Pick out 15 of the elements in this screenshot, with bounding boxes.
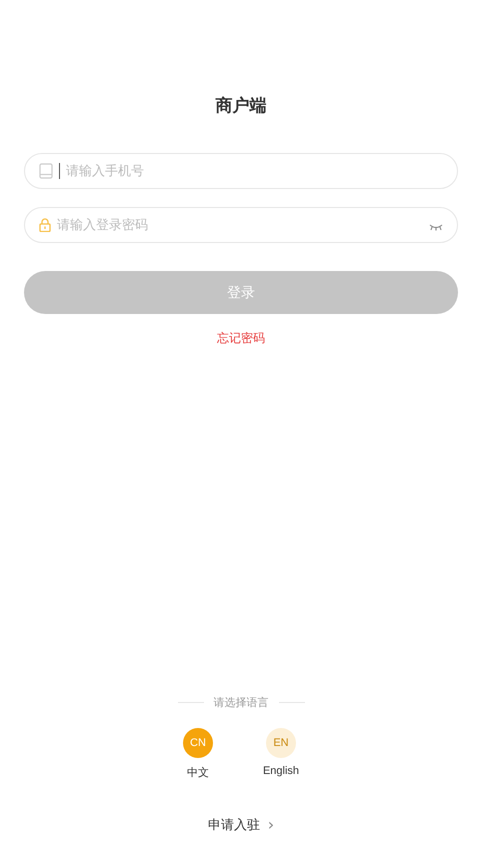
phone-input-field[interactable]: 请输入手机号 — [66, 164, 443, 178]
phone-field[interactable]: 请输入手机号 — [24, 153, 458, 189]
password-field[interactable]: 请输入登录密码 — [24, 207, 458, 243]
language-label[interactable]: English — [262, 765, 300, 777]
lock-icon — [39, 218, 51, 232]
apply-link[interactable]: 申请入驻 › — [208, 816, 274, 834]
phone-icon — [39, 163, 53, 179]
page-title: 商户端 — [216, 95, 266, 116]
language-badge[interactable]: EN — [266, 728, 296, 758]
forgot-password-link[interactable]: 忘记密码 — [217, 330, 265, 347]
chevron-icon: › — [268, 817, 274, 833]
closed-eye-icon[interactable] — [429, 222, 443, 230]
language-heading: 请选择语言 — [214, 695, 268, 710]
password-input-field[interactable]: 请输入登录密码 — [57, 218, 423, 232]
language-label[interactable]: 中文 — [186, 765, 209, 780]
